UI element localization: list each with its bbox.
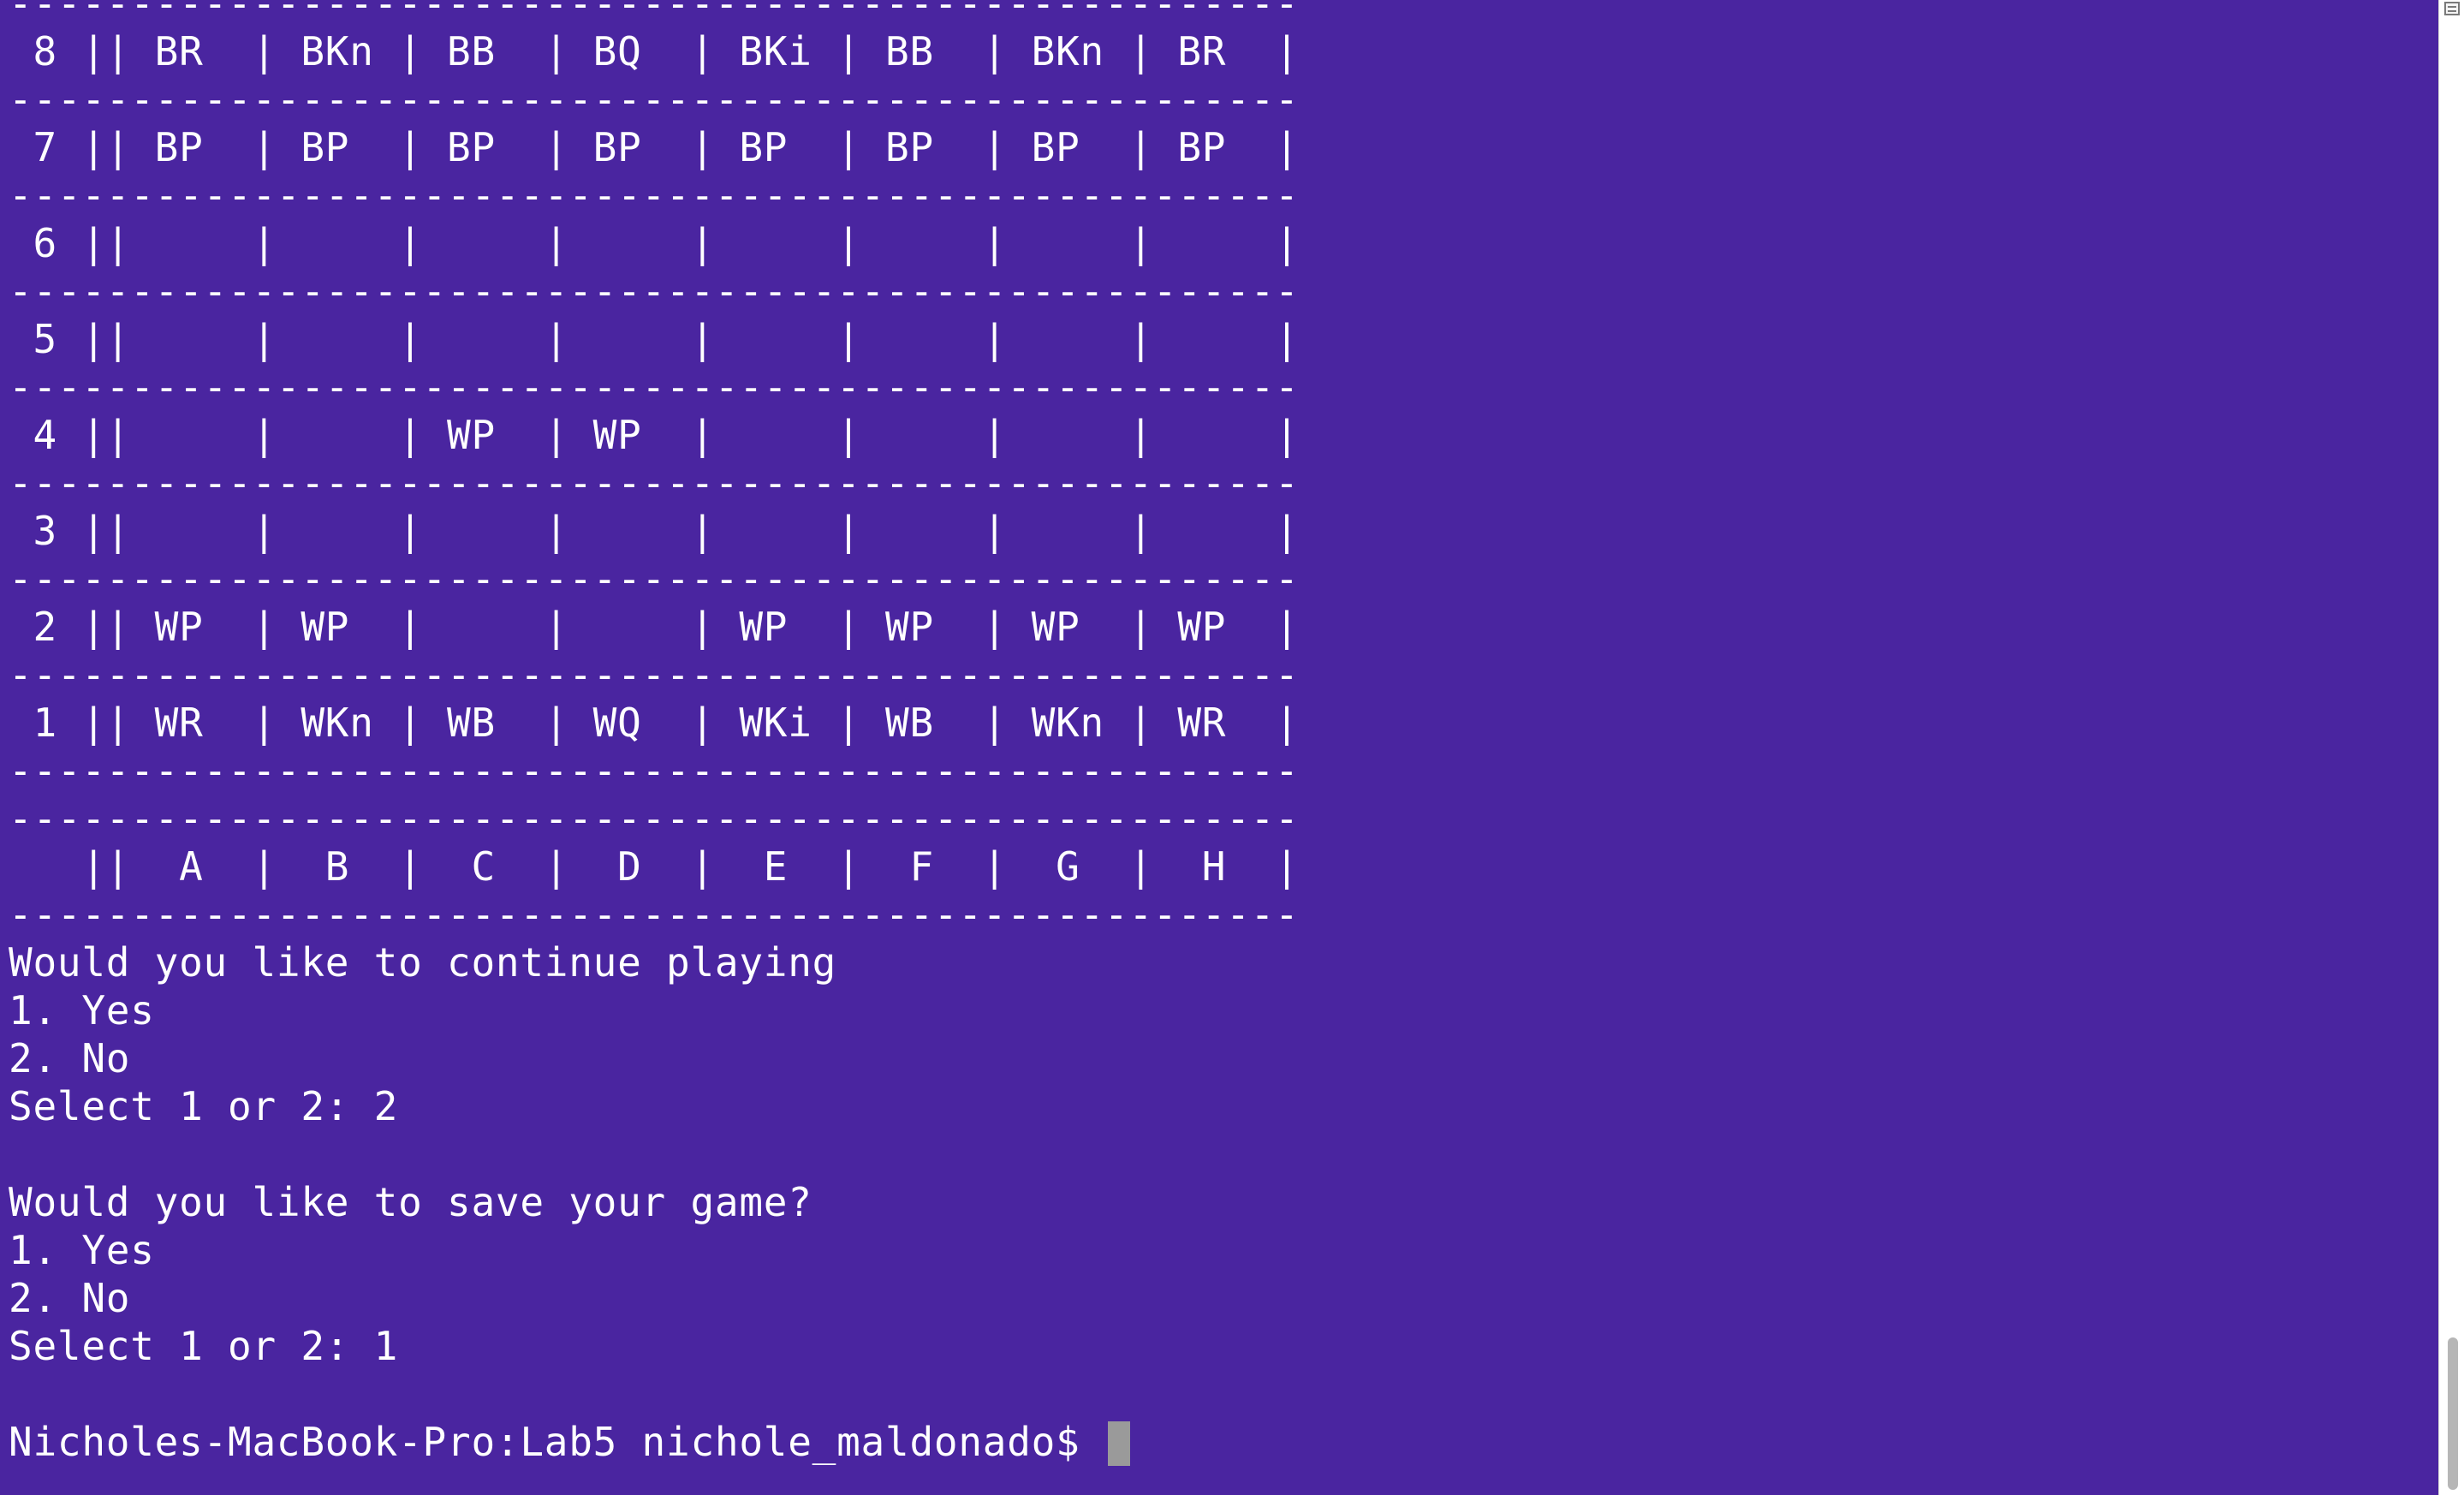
board-rank-3: 3 || | | | | | | | |: [9, 508, 1300, 554]
vertical-scrollbar[interactable]: [2438, 0, 2464, 1495]
board-file-labels: || A | B | C | D | E | F | G | H |: [9, 843, 1300, 890]
continue-selection: Select 1 or 2: 2: [9, 1083, 399, 1129]
save-selection: Select 1 or 2: 1: [9, 1323, 399, 1369]
save-option-yes: 1. Yes: [9, 1227, 155, 1273]
board-border-line: ----------------------------------------…: [9, 748, 1300, 794]
shell-prompt: Nicholes-MacBook-Pro:Lab5 nichole_maldon…: [9, 1419, 1104, 1465]
board-border-line: ----------------------------------------…: [9, 460, 1300, 506]
board-border-line: ----------------------------------------…: [9, 891, 1300, 938]
board-rank-8: 8 || BR | BKn | BB | BQ | BKi | BB | BKn…: [9, 28, 1300, 74]
board-border-line: ----------------------------------------…: [9, 0, 1300, 27]
board-rank-2: 2 || WP | WP | | | WP | WP | WP | WP |: [9, 604, 1300, 650]
board-rank-7: 7 || BP | BP | BP | BP | BP | BP | BP | …: [9, 124, 1300, 170]
board-border-line: ----------------------------------------…: [9, 364, 1300, 410]
terminal-window[interactable]: ----------------------------------------…: [0, 0, 2438, 1495]
board-border-line: ----------------------------------------…: [9, 268, 1300, 314]
board-border-line: ----------------------------------------…: [9, 76, 1300, 122]
board-rank-1: 1 || WR | WKn | WB | WQ | WKi | WB | WKn…: [9, 700, 1300, 746]
save-option-no: 2. No: [9, 1275, 131, 1321]
continue-option-no: 2. No: [9, 1035, 131, 1081]
board-rank-6: 6 || | | | | | | | |: [9, 220, 1300, 266]
board-rank-4: 4 || | | WP | WP | | | | |: [9, 412, 1300, 458]
text-cursor: [1108, 1421, 1130, 1466]
board-rank-5: 5 || | | | | | | | |: [9, 316, 1300, 362]
split-pane-icon[interactable]: [2444, 2, 2460, 15]
shell-prompt-line[interactable]: Nicholes-MacBook-Pro:Lab5 nichole_maldon…: [9, 1418, 1300, 1466]
continue-question: Would you like to continue playing: [9, 939, 837, 986]
board-border-line: ----------------------------------------…: [9, 172, 1300, 218]
terminal-output: ----------------------------------------…: [9, 0, 1300, 1466]
board-border-line: ----------------------------------------…: [9, 652, 1300, 698]
board-border-line: ----------------------------------------…: [9, 795, 1300, 842]
save-question: Would you like to save your game?: [9, 1179, 812, 1225]
continue-option-yes: 1. Yes: [9, 987, 155, 1033]
scrollbar-thumb[interactable]: [2448, 1337, 2458, 1490]
board-border-line: ----------------------------------------…: [9, 556, 1300, 602]
